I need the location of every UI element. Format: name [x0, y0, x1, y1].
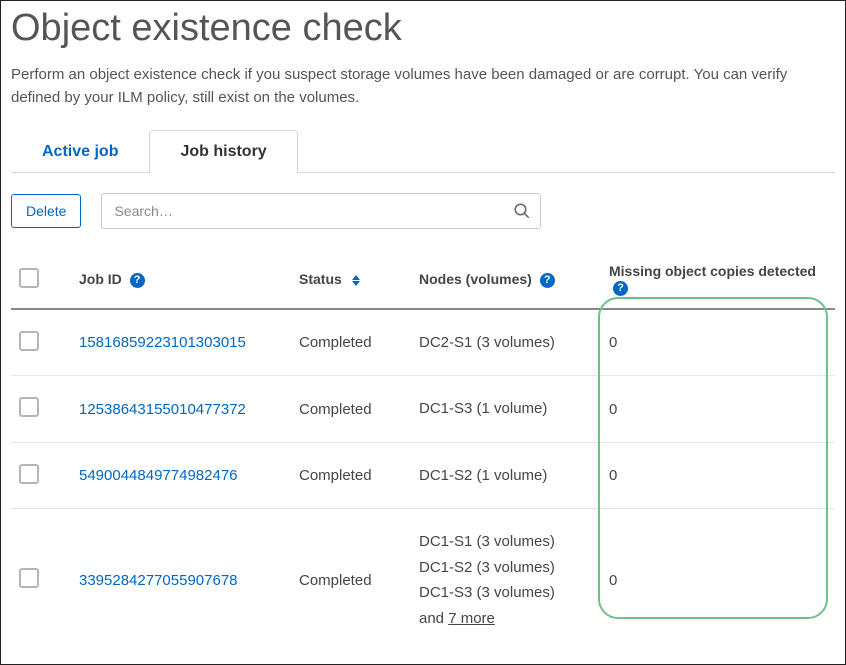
row-checkbox[interactable]: [19, 464, 39, 484]
select-all-checkbox[interactable]: [19, 268, 39, 288]
missing-cell: 0: [601, 442, 835, 509]
nodes-cell: DC1-S1 (3 volumes)DC1-S2 (3 volumes)DC1-…: [411, 509, 601, 652]
table-row: 3395284277055907678CompletedDC1-S1 (3 vo…: [11, 509, 835, 652]
nodes-cell: DC1-S3 (1 volume): [411, 376, 601, 443]
node-volume: DC1-S2 (3 volumes): [419, 555, 593, 581]
search-input[interactable]: [101, 193, 541, 229]
nodes-cell: DC1-S2 (1 volume): [411, 442, 601, 509]
help-icon[interactable]: ?: [130, 273, 145, 288]
node-volume: DC1-S3 (3 volumes): [419, 580, 593, 606]
missing-cell: 0: [601, 509, 835, 652]
col-status[interactable]: Status: [299, 271, 342, 287]
table-row: 12538643155010477372 Completed DC1-S3 (1 v…: [11, 376, 835, 443]
tab-job-history[interactable]: Job history: [149, 130, 297, 173]
status-cell: Completed: [291, 509, 411, 652]
page-description: Perform an object existence check if you…: [11, 64, 835, 109]
help-icon[interactable]: ?: [613, 281, 628, 296]
delete-button[interactable]: Delete: [11, 194, 81, 228]
row-checkbox[interactable]: [19, 331, 39, 351]
status-cell: Completed: [291, 376, 411, 443]
job-id-link[interactable]: 15816859223101303015: [79, 334, 246, 351]
col-job-id[interactable]: Job ID: [79, 271, 122, 287]
table-row: 15816859223101303015 Completed DC2-S1 (3 v…: [11, 309, 835, 376]
node-volume: DC1-S3 (1 volume): [419, 396, 593, 422]
status-cell: Completed: [291, 309, 411, 376]
col-missing: Missing object copies detected: [609, 263, 816, 279]
job-id-link[interactable]: 5490044849774982476: [79, 467, 238, 484]
nodes-cell: DC2-S1 (3 volumes): [411, 309, 601, 376]
search-icon: [513, 202, 531, 220]
job-history-table: Job ID ? Status Nodes (volumes) ? Missin…: [11, 251, 835, 651]
help-icon[interactable]: ?: [540, 273, 555, 288]
tabs: Active job Job history: [11, 129, 835, 173]
node-volume: DC1-S1 (3 volumes): [419, 529, 593, 555]
missing-cell: 0: [601, 376, 835, 443]
row-checkbox[interactable]: [19, 568, 39, 588]
more-nodes-link[interactable]: 7 more: [448, 610, 495, 627]
node-volume: DC1-S2 (1 volume): [419, 463, 593, 489]
job-id-link[interactable]: 12538643155010477372: [79, 401, 246, 418]
tab-active-job[interactable]: Active job: [11, 130, 149, 173]
table-row: 5490044849774982476 Completed DC1-S2 (1 vo…: [11, 442, 835, 509]
row-checkbox[interactable]: [19, 397, 39, 417]
missing-cell: 0: [601, 309, 835, 376]
col-nodes: Nodes (volumes): [419, 271, 532, 287]
job-id-link[interactable]: 3395284277055907678: [79, 572, 238, 589]
sort-icon[interactable]: [352, 275, 360, 286]
status-cell: Completed: [291, 442, 411, 509]
page-title: Object existence check: [11, 7, 835, 50]
node-volume: DC2-S1 (3 volumes): [419, 330, 593, 356]
